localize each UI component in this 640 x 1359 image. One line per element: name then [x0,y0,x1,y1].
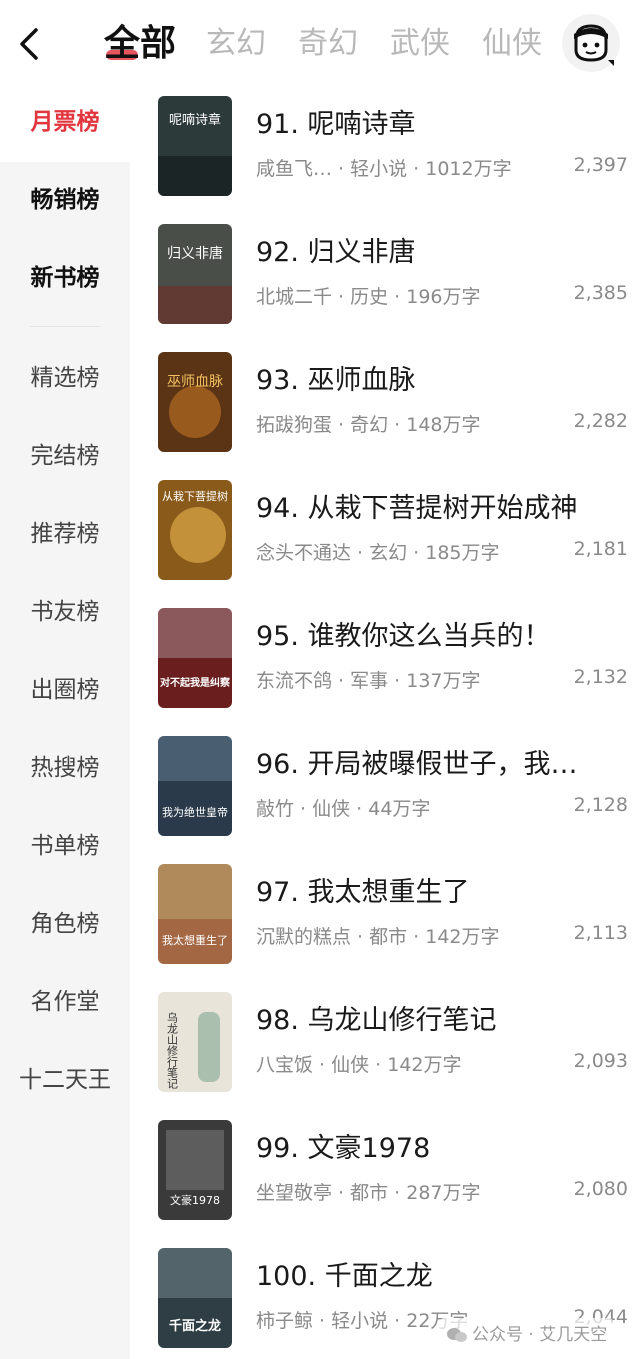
svg-text:千面之龙: 千面之龙 [169,1318,221,1334]
book-meta: 敲竹 · 仙侠 · 44万字 [256,798,431,820]
vote-count: 2,282 [573,410,628,432]
top-bar: 全部 玄幻 奇幻 武侠 仙侠 [0,0,640,90]
book-row[interactable]: 对不起我是纠察 95. 谁教你这么当兵的！ 东流不鸽 · 军事 · 137万字 … [158,608,628,708]
book-title: 95. 谁教你这么当兵的！ [256,621,551,652]
book-cover[interactable]: 从栽下菩提树 [158,480,232,580]
tab-all[interactable]: 全部 [104,22,176,66]
book-row[interactable]: 归义非唐 92. 归义非唐 北城二千 · 历史 · 196万字 2,385 [158,224,628,324]
back-button[interactable] [12,24,48,64]
user-avatar-button[interactable] [562,14,620,72]
sidebar-item-hot-search[interactable]: 热搜榜 [0,748,130,788]
book-meta: 坐望敬亭 · 都市 · 287万字 [256,1182,481,1204]
book-title: 92. 归义非唐 [256,237,416,268]
book-title: 94. 从栽下菩提树开始成神 [256,493,578,524]
sidebar-item-recommended[interactable]: 推荐榜 [0,514,130,554]
book-cover[interactable]: 巫师血脉 [158,352,232,452]
wechat-watermark: 公众号 · 艾几天空 [440,1318,614,1347]
vote-count: 2,128 [573,794,628,816]
wechat-icon [447,1328,467,1342]
book-row[interactable]: 乌龙山修行笔记 98. 乌龙山修行笔记 八宝饭 · 仙侠 · 142万字 2,0… [158,992,628,1092]
book-meta: 柿子鲸 · 轻小说 · 22万字 [256,1310,469,1332]
book-cover[interactable]: 千面之龙 [158,1248,232,1348]
book-cover[interactable]: 乌龙山修行笔记 [158,992,232,1092]
ranking-sidebar: 月票榜 畅销榜 新书榜 精选榜 完结榜 推荐榜 书友榜 出圈榜 热搜榜 书单榜 … [0,90,130,1359]
book-meta: 东流不鸽 · 军事 · 137万字 [256,670,481,692]
svg-text:我为绝世皇帝: 我为绝世皇帝 [162,805,228,819]
book-row[interactable]: 我为绝世皇帝 96. 开局被曝假世子，我… 敲竹 · 仙侠 · 44万字 2,1… [158,736,628,836]
book-row[interactable]: 呢喃诗章 91. 呢喃诗章 咸鱼飞… · 轻小说 · 1012万字 2,397 [158,96,628,196]
vote-count: 2,132 [573,666,628,688]
tab-xuanhuan[interactable]: 玄幻 [206,22,266,66]
sidebar-item-monthly-ticket[interactable]: 月票榜 [0,102,130,142]
book-meta: 沉默的糕点 · 都市 · 142万字 [256,926,500,948]
sidebar-item-featured[interactable]: 精选榜 [0,358,130,398]
chevron-left-icon [20,28,38,60]
svg-text:文豪1978: 文豪1978 [170,1193,220,1207]
sidebar-item-new-books[interactable]: 新书榜 [0,258,130,298]
svg-text:归义非唐: 归义非唐 [167,245,223,262]
sidebar-item-bestseller[interactable]: 畅销榜 [0,180,130,220]
book-cover[interactable]: 对不起我是纠察 [158,608,232,708]
book-title: 96. 开局被曝假世子，我… [256,749,578,780]
book-cover[interactable]: 文豪1978 [158,1120,232,1220]
book-row[interactable]: 文豪1978 99. 文豪1978 坐望敬亭 · 都市 · 287万字 2,08… [158,1120,628,1220]
svg-text:我太想重生了: 我太想重生了 [162,933,228,947]
book-title: 100. 千面之龙 [256,1261,433,1292]
book-title: 99. 文豪1978 [256,1133,431,1164]
book-title: 93. 巫师血脉 [256,365,416,396]
book-title: 98. 乌龙山修行笔记 [256,1005,497,1036]
svg-text:呢喃诗章: 呢喃诗章 [169,112,221,128]
vote-count: 2,181 [573,538,628,560]
sidebar-item-reader-friends[interactable]: 书友榜 [0,592,130,632]
svg-text:巫师血脉: 巫师血脉 [167,374,223,390]
book-meta: 北城二千 · 历史 · 196万字 [256,286,481,308]
book-meta: 念头不通达 · 玄幻 · 185万字 [256,542,500,564]
sidebar-item-completed[interactable]: 完结榜 [0,436,130,476]
user-avatar-icon [574,24,614,66]
book-meta: 咸鱼飞… · 轻小说 · 1012万字 [256,158,512,180]
sidebar-item-characters[interactable]: 角色榜 [0,904,130,944]
book-row[interactable]: 我太想重生了 97. 我太想重生了 沉默的糕点 · 都市 · 142万字 2,1… [158,864,628,964]
sidebar-divider [30,326,100,327]
sidebar-item-booklist[interactable]: 书单榜 [0,826,130,866]
svg-text:对不起我是纠察: 对不起我是纠察 [160,676,231,689]
book-row[interactable]: 从栽下菩提树 94. 从栽下菩提树开始成神 念头不通达 · 玄幻 · 185万字… [158,480,628,580]
svg-text:从栽下菩提树: 从栽下菩提树 [162,489,228,503]
tab-qihuan[interactable]: 奇幻 [298,22,358,66]
book-cover[interactable]: 我太想重生了 [158,864,232,964]
tab-wuxia[interactable]: 武侠 [390,22,450,66]
sidebar-item-hall-of-fame[interactable]: 名作堂 [0,982,130,1022]
tab-xianxia[interactable]: 仙侠 [482,22,542,66]
book-cover[interactable]: 归义非唐 [158,224,232,324]
vote-count: 2,113 [573,922,628,944]
book-title: 97. 我太想重生了 [256,877,470,908]
book-row[interactable]: 巫师血脉 93. 巫师血脉 拓跋狗蛋 · 奇幻 · 148万字 2,282 [158,352,628,452]
vote-count: 2,080 [573,1178,628,1200]
book-meta: 拓跋狗蛋 · 奇幻 · 148万字 [256,414,481,436]
vote-count: 2,385 [573,282,628,304]
book-title: 91. 呢喃诗章 [256,109,416,140]
vote-count: 2,093 [573,1050,628,1072]
sidebar-item-breakout[interactable]: 出圈榜 [0,670,130,710]
book-meta: 八宝饭 · 仙侠 · 142万字 [256,1054,462,1076]
svg-text:乌龙山修行笔记: 乌龙山修行笔记 [166,1011,179,1089]
book-cover[interactable]: 呢喃诗章 [158,96,232,196]
vote-count: 2,397 [573,154,628,176]
book-cover[interactable]: 我为绝世皇帝 [158,736,232,836]
sidebar-item-twelve-kings[interactable]: 十二天王 [0,1060,130,1100]
